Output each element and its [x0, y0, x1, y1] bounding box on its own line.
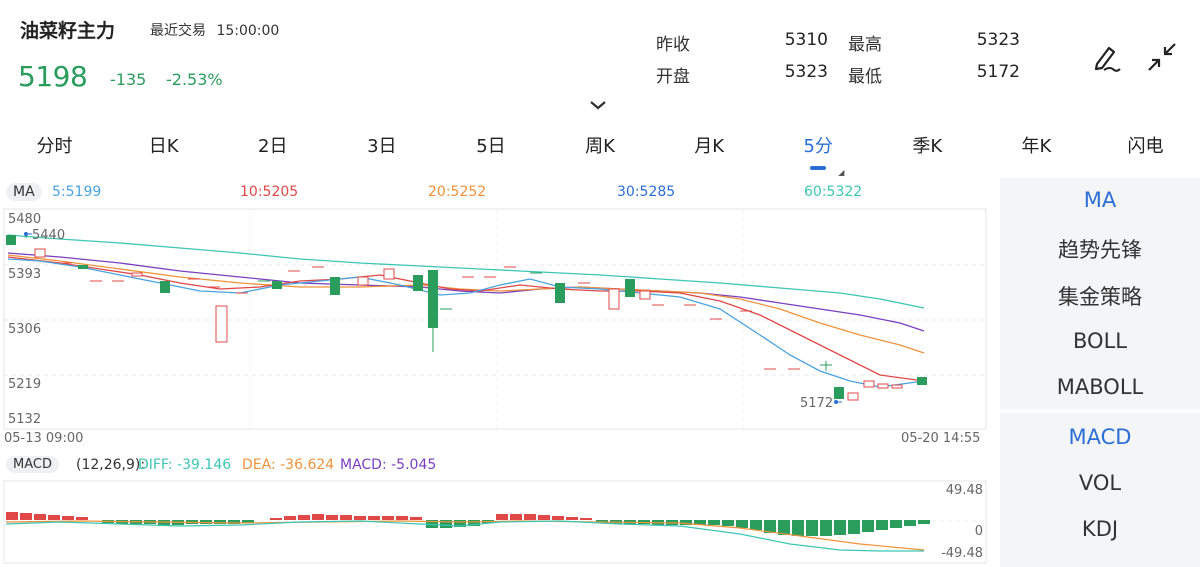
min-price-label: 5172: [800, 396, 833, 411]
period-tabs: 分时 日K 2日 3日 5日 周K 月K 5分 ◢ 季K 年K 闪电: [0, 128, 1200, 177]
ma10-value: 10:5205: [240, 184, 299, 200]
active-tab-indicator: [810, 166, 827, 170]
indicator-vol[interactable]: VOL: [1000, 471, 1200, 495]
macd-indicator-pill[interactable]: MACD: [6, 456, 59, 473]
y-tick-2: 5393: [8, 267, 41, 282]
tab-5min[interactable]: 5分 ◢: [764, 128, 873, 177]
indicator-boll[interactable]: BOLL: [1000, 329, 1200, 353]
macd-histogram: [6, 512, 930, 536]
indicator-sidebar: MA 趋势先锋 集金策略 BOLL MABOLL MACD VOL KDJ: [1000, 178, 1200, 567]
kline-chart[interactable]: 5480 5393 5306 5219 5132 5440 5172 05-13…: [0, 205, 1000, 450]
ma60-line: [7, 234, 925, 309]
y-tick-5: 5132: [8, 412, 41, 427]
pen-icon[interactable]: [1090, 40, 1122, 78]
chevron-down-icon[interactable]: [588, 96, 608, 115]
ma5-value: 5:5199: [52, 184, 102, 200]
tab-3day[interactable]: 3日: [327, 128, 436, 168]
macd-axis-zero: 0: [975, 524, 983, 539]
tab-2day[interactable]: 2日: [218, 128, 327, 168]
price-change-percent: -2.53%: [166, 70, 223, 89]
price-change: -135: [110, 70, 147, 89]
ma-indicator-pill[interactable]: MA: [6, 183, 42, 201]
ma10-line: [7, 256, 925, 382]
end-time-label: 05-20 14:55: [901, 431, 980, 446]
last-trade-label: 最近交易: [150, 23, 206, 39]
indicator-maboll[interactable]: MABOLL: [1000, 375, 1200, 399]
macd-axis-top: 49.48: [946, 483, 983, 498]
high-label: 最高: [848, 35, 882, 55]
tab-monthly-k[interactable]: 月K: [655, 128, 764, 168]
max-marker: [24, 232, 28, 236]
collapse-arrows-icon[interactable]: [1145, 40, 1179, 78]
dea-value: DEA: -36.624: [242, 457, 335, 473]
y-tick-4: 5219: [8, 377, 41, 392]
diff-value: DIFF: -39.146: [138, 457, 232, 473]
tab-weekly-k[interactable]: 周K: [545, 128, 654, 168]
open-value: 5323: [784, 62, 828, 82]
ma30-line: [7, 252, 925, 332]
high-value: 5323: [976, 30, 1020, 50]
indicator-ma[interactable]: MA: [1000, 188, 1200, 212]
tab-daily-k[interactable]: 日K: [109, 128, 218, 168]
contract-title: 油菜籽主力: [20, 20, 116, 42]
ma5-line: [7, 258, 925, 388]
last-trade-time: 15:00:00: [216, 23, 280, 39]
macd-axis-bottom: -49.48: [941, 546, 983, 561]
ma60-value: 60:5322: [804, 184, 863, 200]
low-value: 5172: [976, 62, 1020, 82]
macd-value: MACD: -5.045: [340, 457, 437, 473]
macd-chart[interactable]: 49.48 0 -49.48: [0, 478, 1000, 567]
indicator-gold-strategy[interactable]: 集金策略: [1000, 281, 1200, 311]
indicator-trend-pioneer[interactable]: 趋势先锋: [1000, 234, 1200, 264]
tab-intraday[interactable]: 分时: [0, 128, 109, 168]
tab-lightning[interactable]: 闪电: [1091, 128, 1200, 168]
open-label: 开盘: [656, 67, 690, 87]
last-price: 5198: [18, 60, 88, 93]
ma20-value: 20:5252: [428, 184, 487, 200]
max-price-label: 5440: [32, 228, 65, 243]
y-tick-3: 5306: [8, 322, 41, 337]
start-time-label: 05-13 09:00: [4, 431, 83, 446]
y-tick-1: 5480: [8, 212, 41, 227]
tab-5day[interactable]: 5日: [436, 128, 545, 168]
ma30-value: 30:5285: [617, 184, 676, 200]
indicator-kdj[interactable]: KDJ: [1000, 517, 1200, 541]
tab-quarterly-k[interactable]: 季K: [873, 128, 982, 168]
tab-yearly-k[interactable]: 年K: [982, 128, 1091, 168]
sidebar-divider: [1000, 409, 1200, 413]
prev-close-value: 5310: [784, 30, 828, 50]
last-trade-info: 最近交易 15:00:00: [150, 20, 279, 40]
prev-close-label: 昨收: [656, 35, 690, 55]
low-label: 最低: [848, 67, 882, 87]
macd-params: (12,26,9):: [76, 457, 146, 473]
indicator-macd[interactable]: MACD: [1000, 425, 1200, 449]
